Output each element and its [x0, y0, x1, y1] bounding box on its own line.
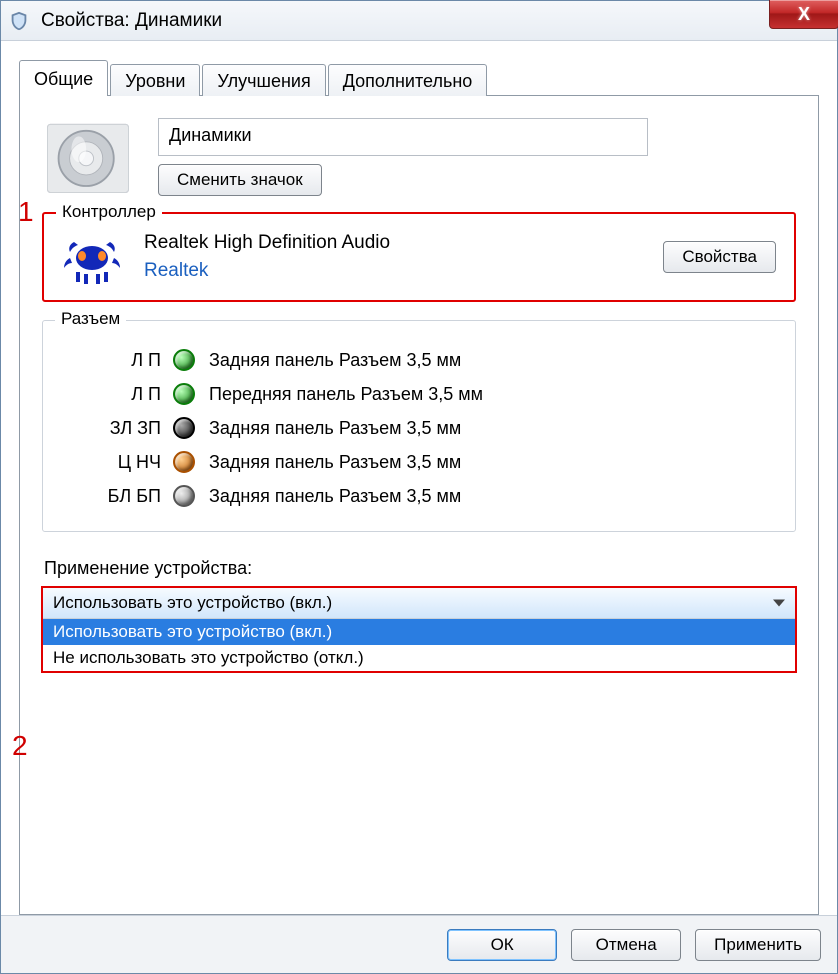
jack-row: ЗЛ ЗП Задняя панель Разъем 3,5 мм: [61, 411, 777, 445]
device-usage-selected-text: Использовать это устройство (вкл.): [53, 593, 332, 612]
jack-row: Л П Передняя панель Разъем 3,5 мм: [61, 377, 777, 411]
client-area: Общие Уровни Улучшения Дополнительно: [1, 41, 837, 973]
annotation-1: 1: [18, 196, 34, 228]
jack-color-icon: [173, 417, 195, 439]
device-usage-label: Применение устройства:: [44, 558, 796, 579]
jack-channel: Ц НЧ: [61, 452, 173, 473]
jack-row: Ц НЧ Задняя панель Разъем 3,5 мм: [61, 445, 777, 479]
jack-channel: БЛ БП: [61, 486, 173, 507]
jack-description: Задняя панель Разъем 3,5 мм: [209, 452, 777, 473]
cancel-button[interactable]: Отмена: [571, 929, 681, 961]
realtek-crab-icon: [62, 228, 122, 286]
titlebar[interactable]: Свойства: Динамики X: [1, 1, 837, 41]
controller-legend: Контроллер: [56, 202, 162, 222]
close-icon: X: [798, 4, 810, 25]
tabpage-general: Динамики Сменить значок 1 Контроллер: [19, 95, 819, 915]
jack-description: Задняя панель Разъем 3,5 мм: [209, 418, 777, 439]
jack-color-icon: [173, 485, 195, 507]
jack-color-icon: [173, 451, 195, 473]
device-usage-option[interactable]: Использовать это устройство (вкл.): [43, 619, 795, 645]
ok-button[interactable]: ОК: [447, 929, 557, 961]
jack-row: БЛ БП Задняя панель Разъем 3,5 мм: [61, 479, 777, 513]
device-usage-combo[interactable]: Использовать это устройство (вкл.) Испол…: [42, 587, 796, 672]
jack-color-icon: [173, 349, 195, 371]
jacks-legend: Разъем: [55, 309, 126, 329]
jack-description: Задняя панель Разъем 3,5 мм: [209, 486, 777, 507]
properties-window: Свойства: Динамики X Общие Уровни Улучше…: [0, 0, 838, 974]
jack-description: Задняя панель Разъем 3,5 мм: [209, 350, 777, 371]
chevron-down-icon: [773, 600, 785, 607]
tab-levels[interactable]: Уровни: [110, 64, 200, 96]
device-usage-option[interactable]: Не использовать это устройство (откл.): [43, 645, 795, 671]
tab-advanced[interactable]: Дополнительно: [328, 64, 488, 96]
jack-channel: Л П: [61, 350, 173, 371]
speaker-icon: [42, 118, 134, 198]
controller-group: Контроллер: [42, 212, 796, 302]
jack-channel: ЗЛ ЗП: [61, 418, 173, 439]
jack-color-icon: [173, 383, 195, 405]
shield-icon: [7, 9, 31, 33]
controller-properties-button[interactable]: Свойства: [663, 241, 776, 273]
tab-enhancements[interactable]: Улучшения: [202, 64, 325, 96]
change-icon-button[interactable]: Сменить значок: [158, 164, 322, 196]
close-button[interactable]: X: [769, 0, 838, 29]
controller-vendor-link[interactable]: Realtek: [144, 260, 641, 282]
controller-name: Realtek High Definition Audio: [144, 232, 641, 254]
device-usage-selected[interactable]: Использовать это устройство (вкл.): [43, 588, 795, 618]
jack-row: Л П Задняя панель Разъем 3,5 мм: [61, 343, 777, 377]
apply-button[interactable]: Применить: [695, 929, 821, 961]
device-name-input[interactable]: Динамики: [158, 118, 648, 156]
device-usage-dropdown: Использовать это устройство (вкл.) Не ис…: [43, 618, 795, 671]
annotation-2: 2: [12, 730, 28, 762]
tab-general[interactable]: Общие: [19, 60, 108, 96]
dialog-footer: ОК Отмена Применить: [1, 915, 837, 973]
jack-description: Передняя панель Разъем 3,5 мм: [209, 384, 777, 405]
jack-channel: Л П: [61, 384, 173, 405]
tab-strip: Общие Уровни Улучшения Дополнительно: [19, 59, 819, 95]
jacks-group: Разъем Л ПЗадняя панель Разъем 3,5 ммЛ П…: [42, 320, 796, 532]
window-title: Свойства: Динамики: [41, 10, 222, 32]
